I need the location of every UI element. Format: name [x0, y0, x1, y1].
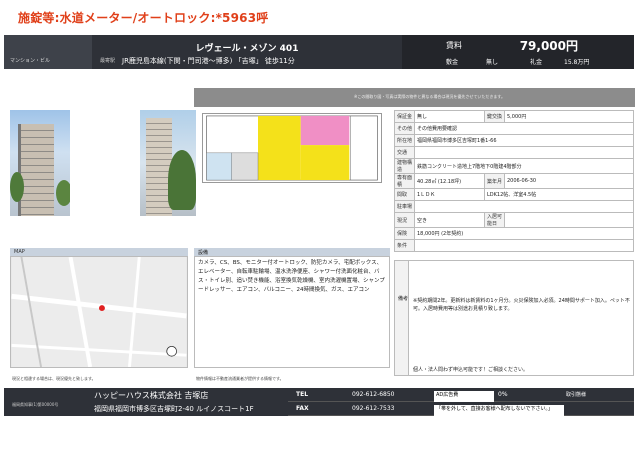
label-insurance: 保険 — [394, 227, 415, 240]
table-row: 現況 空き 入居可能日 — [394, 212, 634, 228]
value-parking — [414, 200, 634, 213]
map-header: MAP — [10, 248, 188, 256]
building-photo — [10, 110, 70, 216]
label-address: 所在地 — [394, 134, 415, 147]
notice-text: ※この間取り図・写真は実際の物件と異なる場合は現況を優先させていただきます。 — [354, 94, 505, 99]
bedroom-area — [300, 115, 350, 146]
building-photo-2 — [140, 110, 196, 216]
footer: 福岡県知事(1)第00000号 ハッピーハウス株式会社 吉塚店 福岡県福岡市博多… — [4, 388, 634, 416]
license: 福岡県知事(1)第00000号 — [12, 402, 59, 407]
category: マンション・ビル — [10, 58, 51, 64]
table-row: その他 その他費用要確認 — [394, 122, 634, 135]
table-row: 条件 — [394, 239, 634, 252]
features-text: カメラ、CS、BS、モニター付オートロック、防犯カメラ、宅配ボックス、エレベータ… — [194, 256, 390, 368]
features-title: 設備 — [198, 250, 209, 256]
value-key-exchange: 5,000円 — [504, 110, 634, 123]
transaction-label: 取引態様 — [566, 392, 587, 398]
tel-row: TEL 092-612-6850 AD広告費 0% 取引態様 — [288, 388, 634, 402]
property-title: レヴェール・メゾン 401 — [195, 44, 299, 54]
remarks-text: ※契約期間2年。更新料は新賃料の1ヶ月分。火災保険加入必須。24時間サポート加入… — [413, 298, 630, 312]
rent-box: 賃料 79,000円 敷金 無し 礼金 15.8万円 — [402, 35, 634, 69]
key-money-label: 礼金 — [530, 59, 543, 66]
fax-label: FAX — [296, 405, 309, 412]
table-row: 駐車場 — [394, 200, 634, 213]
route: JR鹿児島本線(下関・門司港～博多) 「吉塚」 徒歩11分 — [122, 57, 295, 65]
company-address: 福岡県福岡市博多区吉塚町2-40 ルイノスコート1F — [94, 405, 254, 413]
value-status: 空き — [414, 212, 485, 228]
tree-shape — [10, 172, 24, 202]
value-structure: 鉄筋コンクリート造地上7階地下0階建4階部分 — [414, 158, 634, 174]
value-address: 福岡県福岡市博多区吉塚町1番1-66 — [414, 134, 634, 147]
bath-area — [206, 152, 232, 181]
map-title: MAP — [14, 249, 25, 255]
tree-shape — [168, 150, 196, 210]
label-move-in: 入居可能日 — [484, 212, 505, 228]
notice-bar: ※この間取り図・写真は実際の物件と異なる場合は現況を優先させていただきます。 — [194, 88, 635, 107]
ldk-area-2 — [300, 145, 350, 181]
floor-plan — [202, 113, 382, 183]
value-layout-detail: LDK12帖、洋室4.5帖 — [484, 188, 634, 201]
top-note: 施錠等:水道メーター/オートロック:*5963呼 — [18, 11, 269, 25]
tel-value[interactable]: 092-612-6850 — [352, 391, 395, 398]
table-row: 保険 18,000円 (2年契約) — [394, 227, 634, 240]
remarks-box: 備考 ※契約期間2年。更新料は新賃料の1ヶ月分。火災保険加入必須。24時間サポー… — [394, 260, 634, 376]
label-area: 専有面積 — [394, 173, 415, 189]
table-row: 所在地 福岡県福岡市博多区吉塚町1番1-66 — [394, 134, 634, 147]
ad-fee-label: AD広告費 — [434, 391, 494, 402]
property-table: 保証金 無し 鍵交換 5,000円 その他 その他費用要確認 所在地 福岡県福岡… — [394, 110, 634, 252]
label-other: その他 — [394, 122, 415, 135]
value-move-in — [504, 212, 634, 228]
compass-icon — [166, 345, 177, 357]
tree-shape — [56, 180, 70, 206]
deposit-label: 敷金 — [446, 59, 459, 66]
key-money-value: 15.8万円 — [564, 59, 590, 66]
fax-value: 092-612-7533 — [352, 405, 395, 412]
category-box: マンション・ビル — [4, 35, 92, 69]
fax-row: FAX 092-612-7533 「帯を外して、直接お客様へ配布しないで下さい。… — [288, 402, 634, 416]
location-pin-icon — [99, 305, 105, 312]
building-shape — [18, 124, 54, 216]
route-label: 最寄駅 — [100, 58, 116, 64]
map[interactable] — [10, 256, 188, 368]
table-row: 専有面積 40.28㎡ (12.18坪) 築年月 2006-06-30 — [394, 173, 634, 189]
remarks-bottom: 個人・法人問わず申込可能です！ご相談ください。 — [413, 367, 529, 373]
label-layout: 間取 — [394, 188, 415, 201]
value-conditions — [414, 239, 634, 252]
header: マンション・ビル レヴェール・メゾン 401 最寄駅 JR鹿児島本線(下関・門司… — [4, 35, 634, 69]
label-parking: 駐車場 — [394, 200, 415, 213]
label-key-exchange: 鍵交換 — [484, 110, 505, 123]
remarks-label-box: 備考 — [395, 261, 409, 375]
features-header: 設備 — [194, 248, 390, 256]
wash-area — [231, 152, 259, 181]
label-status: 現況 — [394, 212, 415, 228]
footnote-left: 現況と相違する場合は、現況優先と致します。 — [12, 376, 96, 381]
label-built: 築年月 — [484, 173, 505, 189]
value-built: 2006-06-30 — [504, 173, 634, 189]
value-area: 40.28㎡ (12.18坪) — [414, 173, 485, 189]
table-row: 交通 — [394, 146, 634, 159]
value-transport — [414, 146, 634, 159]
footer-note: 「帯を外して、直接お客様へ配布しないで下さい。」 — [434, 405, 564, 416]
label-deposit-guarantee: 保証金 — [394, 110, 415, 123]
value-deposit-guarantee: 無し — [414, 110, 485, 123]
company-name: ハッピーハウス株式会社 吉塚店 — [94, 391, 209, 400]
deposit-value: 無し — [486, 59, 499, 66]
value-other: その他費用要確認 — [414, 122, 634, 135]
tel-label: TEL — [296, 391, 309, 398]
value-insurance: 18,000円 (2年契約) — [414, 227, 634, 240]
rent-label: 賃料 — [446, 41, 462, 50]
ldk-area — [258, 115, 301, 181]
remarks-label: 備考 — [398, 296, 409, 302]
footnote-middle: 物件情報は不動産流通業者が提供する情報です。 — [196, 376, 284, 381]
label-conditions: 条件 — [394, 239, 415, 252]
label-structure: 建物構造 — [394, 158, 415, 174]
rent-value: 79,000円 — [519, 39, 578, 53]
table-row: 保証金 無し 鍵交換 5,000円 — [394, 110, 634, 123]
table-row: 間取 1ＬＤＫ LDK12帖、洋室4.5帖 — [394, 188, 634, 201]
label-transport: 交通 — [394, 146, 415, 159]
ad-fee-value: 0% — [498, 391, 508, 398]
value-layout: 1ＬＤＫ — [414, 188, 485, 201]
table-row: 建物構造 鉄筋コンクリート造地上7階地下0階建4階部分 — [394, 158, 634, 174]
